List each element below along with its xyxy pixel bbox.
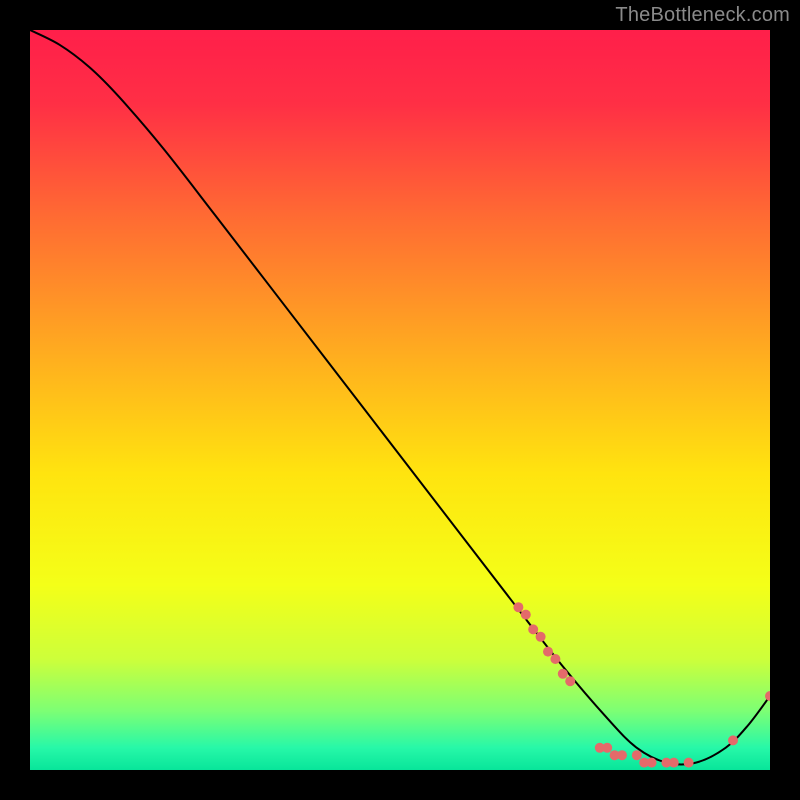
data-marker xyxy=(550,654,560,664)
attribution-text: TheBottleneck.com xyxy=(615,4,790,27)
data-marker xyxy=(536,632,546,642)
chart-svg xyxy=(30,30,770,770)
data-marker xyxy=(632,750,642,760)
chart-container: TheBottleneck.com xyxy=(0,0,800,800)
data-marker xyxy=(669,758,679,768)
data-marker xyxy=(728,735,738,745)
data-marker xyxy=(521,610,531,620)
data-marker xyxy=(543,647,553,657)
data-marker xyxy=(558,669,568,679)
data-marker xyxy=(528,624,538,634)
data-marker xyxy=(617,750,627,760)
data-marker xyxy=(565,676,575,686)
data-marker xyxy=(602,743,612,753)
gradient-background xyxy=(30,30,770,770)
plot-area xyxy=(30,30,770,770)
data-marker xyxy=(513,602,523,612)
data-marker xyxy=(684,758,694,768)
data-marker xyxy=(647,758,657,768)
